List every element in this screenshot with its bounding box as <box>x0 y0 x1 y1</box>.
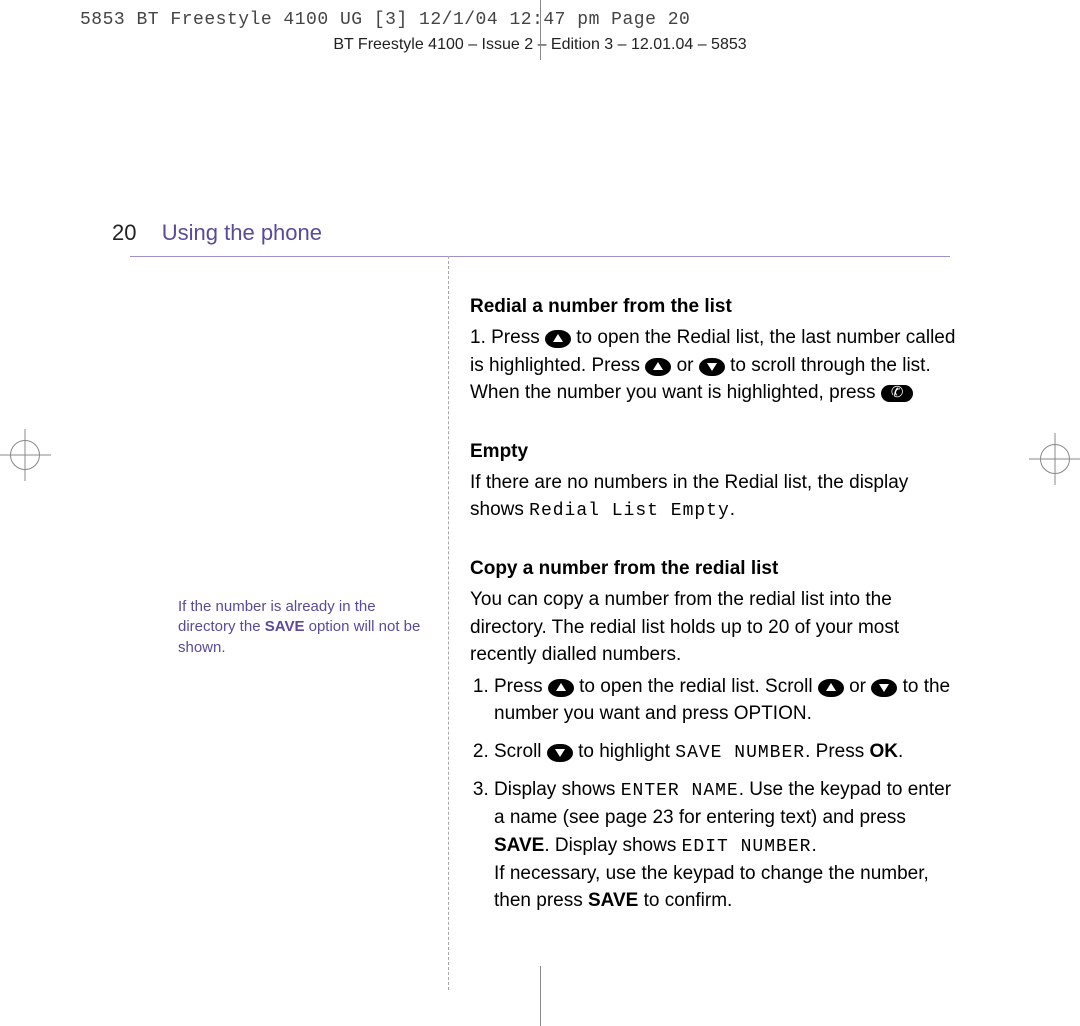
main-column: Redial a number from the list 1. Press t… <box>470 282 960 919</box>
text: Press <box>494 676 548 697</box>
heading-copy: Copy a number from the redial list <box>470 558 960 580</box>
text: or <box>677 355 699 376</box>
para-redial-step1: 1. Press to open the Redial list, the la… <box>470 324 960 407</box>
page-header: 20 Using the phone <box>112 220 950 246</box>
print-slugline: 5853 BT Freestyle 4100 UG [3] 12/1/04 12… <box>80 10 690 30</box>
text: Scroll <box>494 741 547 762</box>
text: Display shows <box>494 779 621 800</box>
para-empty: If there are no numbers in the Redial li… <box>470 469 960 525</box>
copy-step-3: Display shows ENTER NAME. Use the keypad… <box>494 776 960 915</box>
up-button-icon <box>645 358 671 376</box>
lcd-text: SAVE NUMBER <box>675 743 805 763</box>
lcd-text: ENTER NAME <box>621 781 739 801</box>
copy-step-1: Press to open the redial list. Scroll or… <box>494 673 960 728</box>
text: . <box>730 499 735 520</box>
margin-note: If the number is already in the director… <box>178 597 423 658</box>
talk-button-icon: ✆ <box>881 385 914 402</box>
lcd-text: EDIT NUMBER <box>682 837 812 857</box>
header-rule <box>130 256 950 257</box>
column-divider <box>448 256 449 990</box>
down-button-icon <box>699 358 725 376</box>
lcd-text: Redial List Empty <box>529 501 730 521</box>
up-button-icon <box>548 679 574 697</box>
up-button-icon <box>545 330 571 348</box>
down-button-icon <box>547 744 573 762</box>
bold-ok: OK <box>870 741 899 762</box>
bold-save: SAVE <box>494 835 544 856</box>
text: 1. Press <box>470 327 545 348</box>
para-copy-intro: You can copy a number from the redial li… <box>470 586 960 669</box>
text: . Press <box>805 741 869 762</box>
text: . Display shows <box>544 835 681 856</box>
copy-step-2: Scroll to highlight SAVE NUMBER. Press O… <box>494 738 960 766</box>
page-body: 20 Using the phone If the number is alre… <box>0 70 1080 1010</box>
text: to confirm. <box>638 890 732 911</box>
heading-redial: Redial a number from the list <box>470 296 960 318</box>
text: or <box>849 676 871 697</box>
down-button-icon <box>871 679 897 697</box>
page-number: 20 <box>112 220 136 246</box>
text: . <box>811 835 816 856</box>
margin-note-bold: SAVE <box>265 618 305 635</box>
heading-empty: Empty <box>470 441 960 463</box>
up-button-icon <box>818 679 844 697</box>
text: to open the redial list. Scroll <box>579 676 818 697</box>
text: to highlight <box>578 741 675 762</box>
crop-mark-top <box>540 0 541 60</box>
section-title: Using the phone <box>162 220 322 246</box>
copy-steps-list: Press to open the redial list. Scroll or… <box>470 673 960 915</box>
bold-save: SAVE <box>588 890 638 911</box>
text: . <box>898 741 903 762</box>
